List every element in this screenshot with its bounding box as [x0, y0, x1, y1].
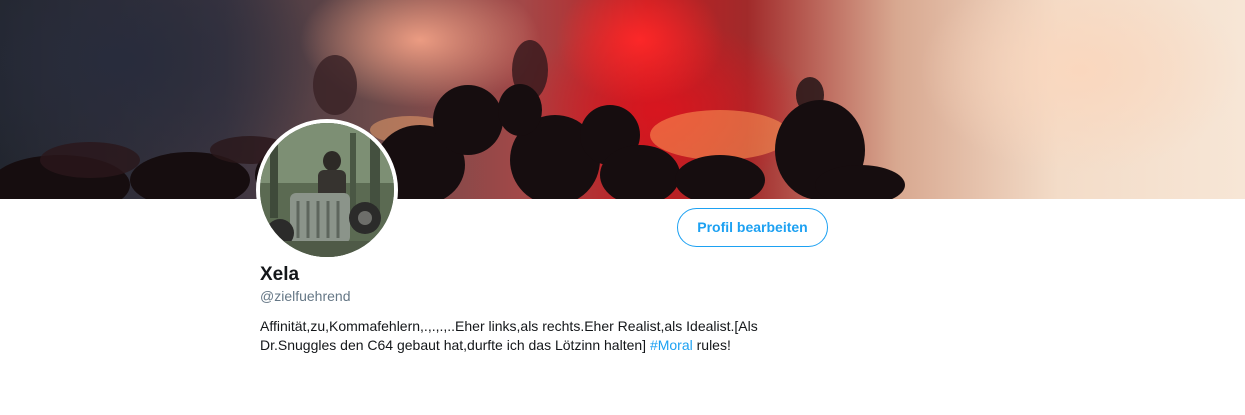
profile-avatar[interactable] — [256, 119, 398, 261]
profile-name[interactable]: Xela — [260, 264, 299, 286]
avatar-tractor-photo — [260, 123, 394, 257]
profile-handle[interactable]: @zielfuehrend — [260, 288, 351, 304]
concert-crowd-photo — [0, 40, 905, 199]
bio-hashtag-link[interactable]: #Moral — [650, 337, 693, 353]
profile-banner-image[interactable] — [0, 0, 1245, 199]
edit-profile-button[interactable]: Profil bearbeiten — [677, 208, 828, 247]
profile-bio: Affinität,zu,Kommafehlern,.,.,.,..Eher l… — [260, 317, 800, 355]
profile-header: Profil bearbeiten Xela @zielfuehrend Aff… — [0, 0, 1245, 415]
bio-text-end: rules! — [696, 337, 731, 353]
